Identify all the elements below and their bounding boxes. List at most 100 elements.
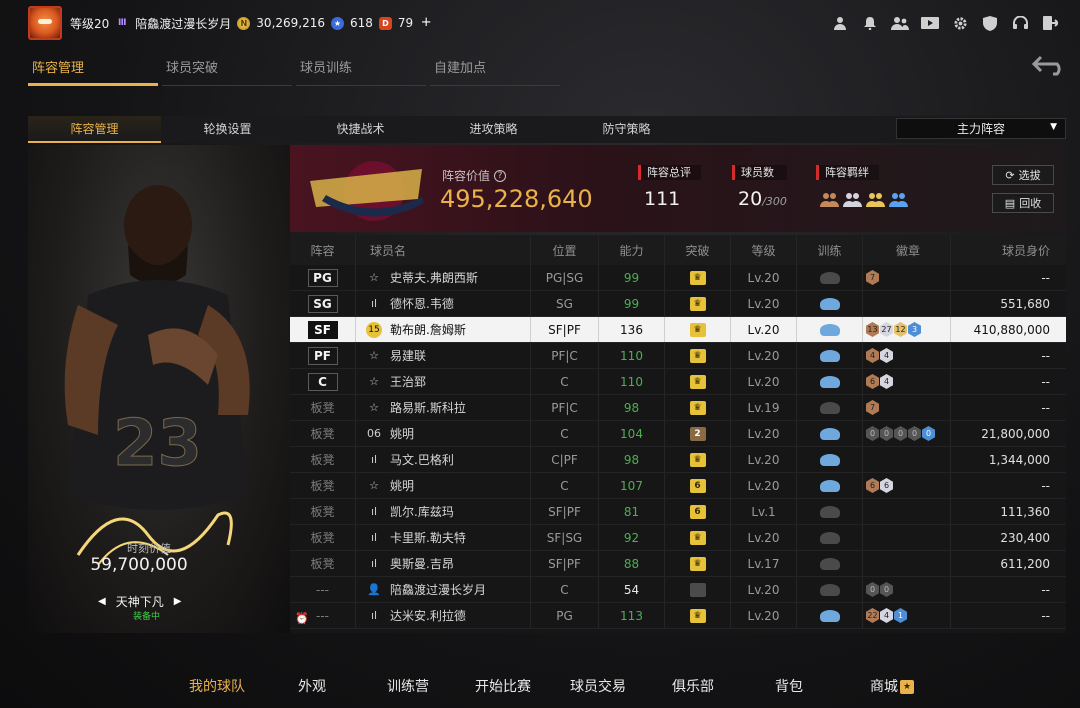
table-row[interactable]: 板凳 ıl 凯尔.库兹玛 SF|PF 81 6 Lv.1 111,360: [290, 499, 1066, 525]
table-row[interactable]: 板凳 ıl 卡里斯.勒夫特 SF|SG 92 ♛ Lv.20 230,400: [290, 525, 1066, 551]
bell-icon[interactable]: [860, 13, 880, 33]
nav-backpack[interactable]: 背包: [775, 676, 803, 696]
breakthrough-cell[interactable]: ♛: [665, 525, 731, 550]
training-cell[interactable]: [797, 603, 863, 628]
training-cell[interactable]: [797, 525, 863, 550]
table-row[interactable]: 板凳 ıl 奥斯曼.吉昂 SF|PF 88 ♛ Lv.17 611,200: [290, 551, 1066, 577]
lineup-dropdown[interactable]: 主力阵容 ▼: [896, 118, 1066, 139]
table-row[interactable]: 板凳 06 姚明 C 104 2 Lv.20 0 0 0 0 0 21,800,000: [290, 421, 1066, 447]
player-name-cell[interactable]: ıl 德怀恩.韦德: [356, 291, 531, 316]
training-cell[interactable]: [797, 551, 863, 576]
shield-icon[interactable]: [980, 13, 1000, 33]
nav-start-game[interactable]: 开始比赛: [475, 676, 531, 696]
chevron-right-icon[interactable]: ▶: [174, 596, 182, 607]
friends-icon[interactable]: [890, 13, 910, 33]
player-moment-card[interactable]: 23 时刻价值 59,700,000 ◀ 天神下凡 ▶ 装备中: [28, 145, 290, 633]
breakthrough-cell[interactable]: ♛: [665, 603, 731, 628]
bond-bronze-icon[interactable]: [820, 191, 839, 208]
nav-club[interactable]: 俱乐部: [672, 676, 714, 696]
bond-silver-icon[interactable]: [843, 191, 862, 208]
breakthrough-cell[interactable]: [665, 577, 731, 602]
subtab-quick-tactics[interactable]: 快捷战术: [294, 116, 427, 143]
player-name-cell[interactable]: 15 勒布朗.詹姆斯: [356, 317, 531, 342]
table-row[interactable]: 板凳 ıl 马文.巴格利 C|PF 98 ♛ Lv.20 1,344,000: [290, 447, 1066, 473]
breakthrough-cell[interactable]: ♛: [665, 317, 731, 342]
nav-appearance[interactable]: 外观: [298, 676, 326, 696]
bond-gold-icon[interactable]: [866, 191, 885, 208]
training-cell[interactable]: [797, 395, 863, 420]
player-name-cell[interactable]: ıl 马文.巴格利: [356, 447, 531, 472]
training-cell[interactable]: [797, 577, 863, 602]
table-row[interactable]: SG ıl 德怀恩.韦德 SG 99 ♛ Lv.20 551,680: [290, 291, 1066, 317]
badges-cell[interactable]: 7: [863, 265, 951, 290]
gear-icon[interactable]: [950, 13, 970, 33]
training-cell[interactable]: [797, 473, 863, 498]
player-name-cell[interactable]: ıl 达米安.利拉德: [356, 603, 531, 628]
badges-cell[interactable]: 00000: [863, 421, 951, 446]
table-row[interactable]: --- ıl 达米安.利拉德 PG 113 ♛ Lv.20 22 4 1 --: [290, 603, 1066, 629]
badges-cell[interactable]: [863, 499, 951, 524]
back-arrow-icon[interactable]: [1030, 54, 1068, 80]
training-cell[interactable]: [797, 265, 863, 290]
breakthrough-cell[interactable]: ♛: [665, 343, 731, 368]
lineup-slot[interactable]: ---: [290, 577, 356, 602]
nav-player-trade[interactable]: 球员交易: [570, 676, 626, 696]
player-name-cell[interactable]: ıl 奥斯曼.吉昂: [356, 551, 531, 576]
recycle-button[interactable]: ▤ 回收: [992, 193, 1054, 213]
player-name-cell[interactable]: ıl 卡里斯.勒夫特: [356, 525, 531, 550]
table-row[interactable]: SF 15 勒布朗.詹姆斯 SF|PF 136 ♛ Lv.20 13 27 12 3 410,880,…: [290, 317, 1066, 343]
table-row[interactable]: PF ☆ 易建联 PF|C 110 ♛ Lv.20 4 4 --: [290, 343, 1066, 369]
lineup-slot[interactable]: C: [290, 369, 356, 394]
tab-lineup-management[interactable]: 阵容管理: [28, 58, 158, 86]
nav-shop[interactable]: 商城 ★: [870, 676, 914, 696]
help-icon[interactable]: ?: [494, 169, 507, 182]
badges-cell[interactable]: 44: [863, 343, 951, 368]
lineup-slot[interactable]: 板凳: [290, 473, 356, 498]
player-name-cell[interactable]: ☆ 易建联: [356, 343, 531, 368]
training-cell[interactable]: [797, 421, 863, 446]
add-currency-button[interactable]: +: [419, 16, 433, 30]
lineup-slot[interactable]: PG: [290, 265, 356, 290]
breakthrough-cell[interactable]: ♛: [665, 369, 731, 394]
nav-training-camp[interactable]: 训练营: [387, 676, 429, 696]
bond-blue-icon[interactable]: [889, 191, 908, 208]
chevron-left-icon[interactable]: ◀: [98, 596, 106, 607]
training-cell[interactable]: [797, 447, 863, 472]
breakthrough-cell[interactable]: ♛: [665, 395, 731, 420]
lineup-slot[interactable]: 板凳: [290, 525, 356, 550]
player-name-cell[interactable]: ☆ 路易斯.斯科拉: [356, 395, 531, 420]
video-icon[interactable]: [920, 13, 940, 33]
training-cell[interactable]: [797, 343, 863, 368]
lineup-slot[interactable]: 板凳: [290, 447, 356, 472]
subtab-offense[interactable]: 进攻策略: [427, 116, 560, 143]
badges-cell[interactable]: 22 4 1: [863, 603, 951, 628]
exit-icon[interactable]: [1040, 13, 1060, 33]
table-row[interactable]: 板凳 ☆ 路易斯.斯科拉 PF|C 98 ♛ Lv.19 7 --: [290, 395, 1066, 421]
lineup-slot[interactable]: SF: [290, 317, 356, 342]
table-row[interactable]: 板凳 ☆ 姚明 C 107 6 Lv.20 6 6 --: [290, 473, 1066, 499]
headset-icon[interactable]: [1010, 13, 1030, 33]
tab-player-training[interactable]: 球员训练: [296, 58, 426, 86]
lineup-slot[interactable]: 板凳: [290, 395, 356, 420]
breakthrough-cell[interactable]: ♛: [665, 291, 731, 316]
breakthrough-cell[interactable]: 6: [665, 473, 731, 498]
tab-custom-points[interactable]: 自建加点: [430, 58, 560, 86]
badges-cell[interactable]: [863, 291, 951, 316]
training-cell[interactable]: [797, 291, 863, 316]
badges-cell[interactable]: 66: [863, 473, 951, 498]
badges-cell[interactable]: 64: [863, 369, 951, 394]
lineup-slot[interactable]: PF: [290, 343, 356, 368]
breakthrough-cell[interactable]: ♛: [665, 551, 731, 576]
select-button[interactable]: ⟳ 选拔: [992, 165, 1054, 185]
training-cell[interactable]: [797, 499, 863, 524]
badges-cell[interactable]: [863, 447, 951, 472]
subtab-lineup[interactable]: 阵容管理: [28, 116, 161, 143]
lineup-slot[interactable]: 板凳: [290, 421, 356, 446]
lineup-slot[interactable]: 板凳: [290, 499, 356, 524]
player-name-cell[interactable]: ☆ 姚明: [356, 473, 531, 498]
table-row[interactable]: PG ☆ 史蒂夫.弗朗西斯 PG|SG 99 ♛ Lv.20 7 --: [290, 265, 1066, 291]
breakthrough-cell[interactable]: 2: [665, 421, 731, 446]
nav-my-team[interactable]: 我的球队: [189, 676, 245, 696]
user-icon[interactable]: [830, 13, 850, 33]
training-cell[interactable]: [797, 369, 863, 394]
